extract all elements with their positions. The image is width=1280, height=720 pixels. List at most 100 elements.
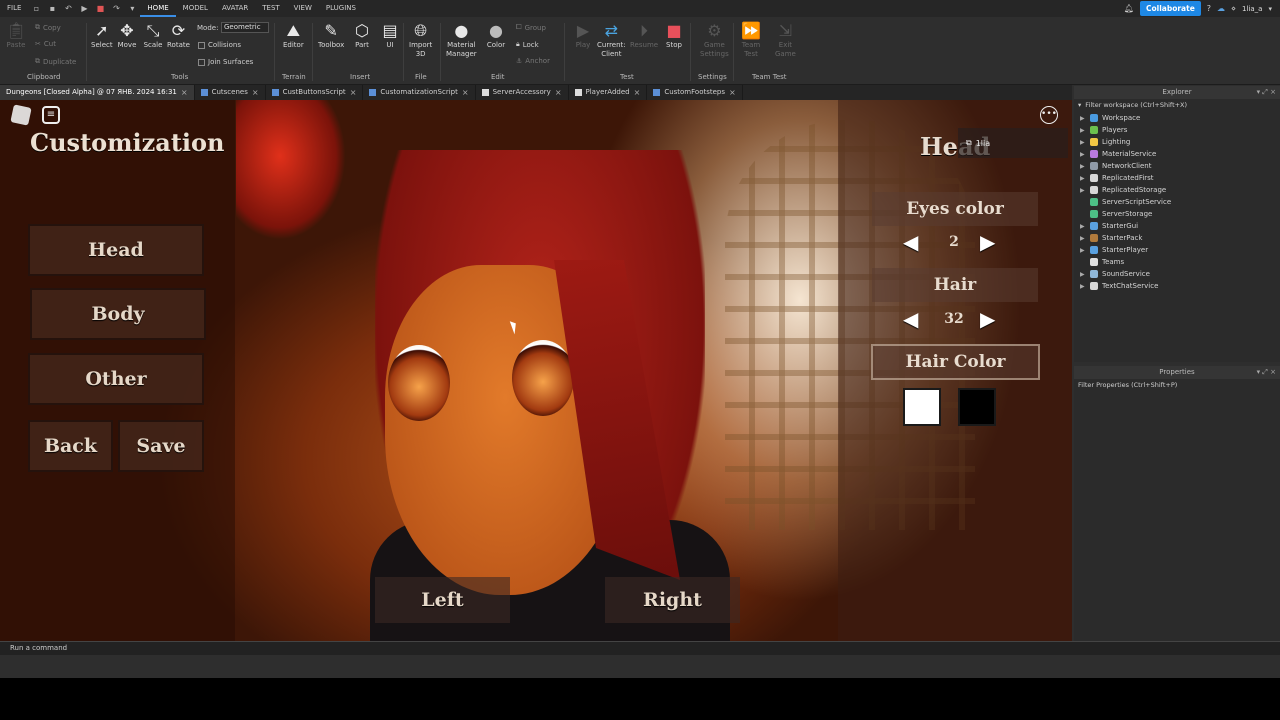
explorer-item[interactable]: ▶ ReplicatedFirst <box>1080 172 1280 184</box>
expand-chevron-icon[interactable]: ▶ <box>1080 247 1086 254</box>
expand-chevron-icon[interactable]: ▶ <box>1080 271 1086 278</box>
expand-chevron-icon[interactable]: ▶ <box>1080 235 1086 242</box>
anchor-button[interactable]: ⚓︎ Anchor <box>516 57 550 65</box>
more-options-icon[interactable]: ••• <box>1040 106 1058 124</box>
user-name[interactable]: 1lia_a <box>1242 5 1262 13</box>
explorer-item[interactable]: ▶ TextChatService <box>1080 280 1280 292</box>
back-button[interactable]: Back <box>28 420 113 472</box>
eyes-prev-arrow-icon[interactable]: ◀ <box>903 232 918 252</box>
hair-prev-arrow-icon[interactable]: ◀ <box>903 309 918 329</box>
expand-chevron-icon[interactable]: ▶ <box>1080 223 1086 230</box>
explorer-item[interactable]: ▶ StarterGui <box>1080 220 1280 232</box>
explorer-filter-input[interactable]: ▾ Filter workspace (Ctrl+Shift+X) <box>1074 99 1280 112</box>
close-icon[interactable]: × <box>729 85 736 100</box>
customize-icon[interactable]: ▾ <box>126 3 138 15</box>
eyes-next-arrow-icon[interactable]: ▶ <box>980 232 995 252</box>
play-icon[interactable]: ▶ <box>78 3 90 15</box>
explorer-item[interactable]: ▶ StarterPlayer <box>1080 244 1280 256</box>
left-button[interactable]: Left <box>375 577 510 623</box>
explorer-item[interactable]: ServerStorage <box>1080 208 1280 220</box>
explorer-item[interactable]: ▶ NetworkClient <box>1080 160 1280 172</box>
import-3d-button[interactable]: 🌐︎ Import 3D <box>409 21 432 59</box>
close-icon[interactable]: × <box>634 85 641 100</box>
explorer-item[interactable]: ▶ SoundService <box>1080 268 1280 280</box>
close-icon[interactable]: × <box>252 85 259 100</box>
paste-button[interactable]: 📋︎ Paste <box>6 21 26 50</box>
notification-icon[interactable]: 🔔︎ <box>1124 4 1134 13</box>
expand-chevron-icon[interactable]: ▶ <box>1080 115 1086 122</box>
redo-icon[interactable]: ↷ <box>110 3 122 15</box>
expand-chevron-icon[interactable]: ▶ <box>1080 151 1086 158</box>
roblox-menu-icon[interactable] <box>10 104 32 126</box>
collisions-checkbox[interactable] <box>198 41 205 49</box>
save-icon[interactable]: ▪ <box>46 3 58 15</box>
right-button[interactable]: Right <box>605 577 740 623</box>
hair-color-swatch-black[interactable] <box>958 388 996 426</box>
expand-chevron-icon[interactable]: ▶ <box>1080 283 1086 290</box>
current-client-button[interactable]: ⇄ Current: Client <box>597 21 626 59</box>
collisions-toggle[interactable]: Collisions <box>198 41 241 49</box>
chat-icon[interactable]: ≡ <box>42 106 60 124</box>
toolbox-button[interactable]: ✎ Toolbox <box>318 21 344 50</box>
explorer-item[interactable]: Teams <box>1080 256 1280 268</box>
explorer-item[interactable]: ▶ Lighting <box>1080 136 1280 148</box>
group-button[interactable]: ⧠ Group <box>516 23 546 32</box>
terrain-editor-button[interactable]: ⛰ Editor <box>283 21 304 50</box>
tab-script[interactable]: CustomatizationScript × <box>363 85 476 100</box>
tab-home[interactable]: HOME <box>140 0 176 17</box>
share-icon[interactable]: ⋄ <box>1231 4 1236 13</box>
scale-button[interactable]: ⤡ Scale <box>143 21 163 50</box>
hair-next-arrow-icon[interactable]: ▶ <box>980 309 995 329</box>
save-button[interactable]: Save <box>118 420 204 472</box>
tab-place[interactable]: Dungeons [Closed Alpha] @ 07 ЯНВ. 2024 1… <box>0 85 195 100</box>
properties-filter-input[interactable]: Filter Properties (Ctrl+Shift+P) <box>1074 379 1280 392</box>
move-button[interactable]: ✥ Move <box>117 21 137 50</box>
collaborate-button[interactable]: Collaborate <box>1139 1 1201 16</box>
lock-button[interactable]: 🔒︎ Lock <box>516 40 539 49</box>
tab-view[interactable]: VIEW <box>287 0 319 17</box>
tab-script[interactable]: CustomFootsteps × <box>647 85 743 100</box>
explorer-item[interactable]: ▶ ReplicatedStorage <box>1080 184 1280 196</box>
expand-chevron-icon[interactable]: ▶ <box>1080 175 1086 182</box>
explorer-item[interactable]: ▶ Players <box>1080 124 1280 136</box>
color-button[interactable]: ● Color <box>486 21 506 50</box>
rotate-button[interactable]: ⟳ Rotate <box>167 21 190 50</box>
tab-model[interactable]: MODEL <box>176 0 215 17</box>
stop-icon[interactable]: ■ <box>94 3 106 15</box>
close-icon[interactable]: × <box>555 85 562 100</box>
new-icon[interactable]: ▫ <box>30 3 42 15</box>
join-surfaces-toggle[interactable]: Join Surfaces <box>198 58 253 66</box>
material-manager-button[interactable]: ● Material Manager <box>446 21 477 59</box>
tab-script[interactable]: ServerAccessory × <box>476 85 569 100</box>
command-bar-input[interactable]: Run a command <box>0 641 1280 655</box>
expand-chevron-icon[interactable]: ▶ <box>1080 187 1086 194</box>
file-menu[interactable]: FILE <box>0 0 28 17</box>
cloud-icon[interactable]: ☁ <box>1217 4 1225 13</box>
game-viewport[interactable]: ≡ ••• Customization Head Body Other Back… <box>0 100 1072 641</box>
explorer-item[interactable]: ▶ StarterPack <box>1080 232 1280 244</box>
cut-button[interactable]: ✂ Cut <box>35 40 56 48</box>
ui-button[interactable]: ▤ UI <box>380 21 400 50</box>
play-button[interactable]: ▶ Play <box>573 21 593 50</box>
close-icon[interactable]: × <box>350 85 357 100</box>
select-button[interactable]: ➚ Select <box>91 21 113 50</box>
head-button[interactable]: Head <box>28 224 204 276</box>
team-test-button[interactable]: ⏩ Team Test <box>741 21 761 59</box>
tab-test[interactable]: TEST <box>255 0 286 17</box>
tab-script[interactable]: Cutscenes × <box>195 85 266 100</box>
expand-chevron-icon[interactable]: ▶ <box>1080 163 1086 170</box>
mode-select[interactable]: Geometric <box>221 22 269 33</box>
resume-button[interactable]: ⏵ Resume <box>630 21 658 50</box>
exit-game-button[interactable]: ⇲ Exit Game <box>775 21 796 59</box>
duplicate-button[interactable]: ⧉ Duplicate <box>35 57 76 66</box>
close-icon[interactable]: × <box>181 85 188 100</box>
expand-chevron-icon[interactable]: ▶ <box>1080 139 1086 146</box>
join-surfaces-checkbox[interactable] <box>198 58 205 66</box>
part-button[interactable]: ⬡ Part <box>352 21 372 50</box>
panel-controls-icon[interactable]: ▾ ⤢ × <box>1257 86 1276 99</box>
explorer-item[interactable]: ServerScriptService <box>1080 196 1280 208</box>
explorer-item[interactable]: ▶ MaterialService <box>1080 148 1280 160</box>
other-button[interactable]: Other <box>28 353 204 405</box>
tab-plugins[interactable]: PLUGINS <box>319 0 363 17</box>
stop-button[interactable]: ■ Stop <box>664 21 684 50</box>
